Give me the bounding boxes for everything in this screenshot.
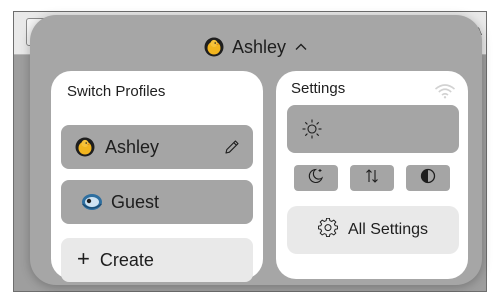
- pencil-icon[interactable]: [223, 138, 241, 156]
- settings-title: Settings: [291, 80, 346, 97]
- create-profile-label: Create: [99, 249, 154, 270]
- arrows-up-down-icon: [363, 167, 381, 190]
- all-settings-label: All Settings: [347, 221, 429, 238]
- chevron-up-icon[interactable]: [294, 40, 308, 54]
- duck-avatar-icon: [75, 137, 95, 157]
- switch-profiles-panel: Switch Profiles Ashley Guest + Create: [51, 71, 263, 282]
- duck-avatar-icon: [204, 37, 224, 57]
- transfer-button[interactable]: [350, 165, 394, 191]
- profile-item-guest[interactable]: Guest: [61, 180, 253, 224]
- plus-icon: +: [77, 246, 90, 271]
- sun-icon: [301, 118, 323, 140]
- header-user-name: Ashley: [231, 36, 287, 57]
- gear-icon: [317, 217, 339, 243]
- contrast-button[interactable]: [406, 165, 450, 191]
- settings-panel: Settings All Settings: [276, 71, 468, 279]
- wifi-icon[interactable]: [434, 83, 456, 99]
- profile-item-ashley[interactable]: Ashley: [61, 125, 253, 169]
- all-settings-button[interactable]: All Settings: [287, 206, 459, 254]
- user-menu-popover: Ashley Switch Profiles Ashley Guest + Cr…: [30, 15, 482, 285]
- switch-profiles-title: Switch Profiles: [67, 83, 166, 100]
- moon-icon: [307, 167, 325, 190]
- profile-label: Ashley: [105, 136, 160, 157]
- guest-avatar-icon: [81, 192, 102, 212]
- brightness-slider[interactable]: [287, 105, 459, 153]
- night-light-button[interactable]: [294, 165, 338, 191]
- contrast-icon: [419, 167, 437, 190]
- profile-label: Guest: [111, 191, 160, 212]
- create-profile-button[interactable]: + Create: [61, 238, 253, 282]
- user-menu-header[interactable]: Ashley: [30, 35, 482, 59]
